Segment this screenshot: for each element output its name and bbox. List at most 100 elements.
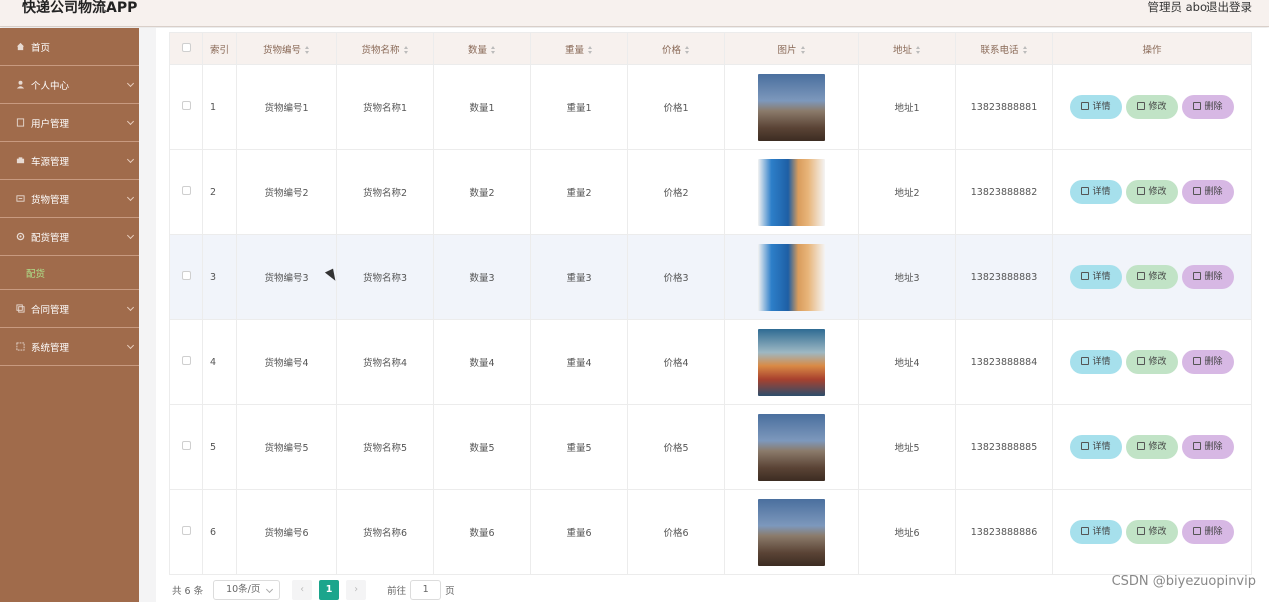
chevron-down-icon — [126, 341, 135, 350]
sort-icon[interactable] — [491, 46, 496, 54]
cell-name: 货物名称5 — [336, 404, 434, 490]
trash-icon — [1193, 102, 1202, 110]
cell-quantity: 数量3 — [433, 234, 531, 320]
cell-code: 货物编号3 — [236, 234, 337, 320]
warehouse-photo[interactable] — [758, 73, 825, 141]
trash-icon — [1193, 187, 1202, 195]
sidebar-item-goods[interactable]: 货物管理 — [0, 180, 139, 218]
sidebar-item-vehicles[interactable]: 车源管理 — [0, 142, 139, 180]
row-checkbox[interactable] — [169, 149, 203, 235]
column-header-phone[interactable]: 联系电话 — [955, 32, 1053, 65]
cell-actions: 详情 修改 删除 — [1052, 64, 1252, 150]
sidebar-item-contracts[interactable]: 合同管理 — [0, 290, 139, 328]
sidebar-item-profile[interactable]: 个人中心 — [0, 66, 139, 104]
page-number-button[interactable]: 1 — [319, 580, 340, 600]
chevron-down-icon — [126, 231, 135, 240]
sidebar-item-home[interactable]: 首页 — [0, 28, 139, 66]
column-header-weight[interactable]: 重量 — [530, 32, 628, 65]
sidebar-item-system[interactable]: 系统管理 — [0, 328, 139, 366]
goto-page-input[interactable]: 1 — [410, 580, 442, 600]
sidebar-item-label: 配货管理 — [31, 232, 70, 244]
detail-button[interactable]: 详情 — [1070, 265, 1122, 289]
settings-icon — [16, 342, 25, 351]
total-count: 共 6 条 — [172, 586, 204, 597]
column-header-name[interactable]: 货物名称 — [336, 32, 434, 65]
detail-icon — [1081, 272, 1090, 280]
copy-icon — [16, 304, 25, 313]
page-size-select[interactable]: 10条/页 — [213, 580, 281, 600]
column-header-quantity[interactable]: 数量 — [433, 32, 531, 65]
detail-button[interactable]: 详情 — [1070, 180, 1122, 204]
edit-icon — [1137, 527, 1146, 535]
column-header-address[interactable]: 地址 — [858, 32, 956, 65]
edit-button[interactable]: 修改 — [1126, 95, 1178, 119]
select-all-checkbox[interactable] — [169, 32, 203, 65]
top-bar: 快递公司物流APP 管理员 abo 退出登录 — [0, 0, 1269, 27]
cell-actions: 详情 修改 删除 — [1052, 404, 1252, 490]
sidebar-item-users[interactable]: 用户管理 — [0, 104, 139, 142]
row-checkbox[interactable] — [169, 404, 203, 490]
sort-icon[interactable] — [403, 46, 409, 54]
edit-button[interactable]: 修改 — [1126, 265, 1178, 289]
home-icon — [16, 42, 25, 51]
trash-icon — [1193, 357, 1202, 365]
delete-button[interactable]: 删除 — [1182, 350, 1234, 374]
cell-price: 价格1 — [627, 64, 725, 150]
detail-button[interactable]: 详情 — [1070, 95, 1122, 119]
edit-icon — [1137, 102, 1146, 110]
row-checkbox[interactable] — [169, 489, 203, 575]
delete-button[interactable]: 删除 — [1182, 265, 1234, 289]
trash-icon — [1193, 527, 1202, 535]
edit-button[interactable]: 修改 — [1126, 435, 1178, 459]
detail-icon — [1081, 527, 1090, 535]
cell-phone: 13823888883 — [955, 234, 1053, 320]
sidebar-subitem-dispatch[interactable]: 配货 — [0, 256, 139, 290]
logout-link[interactable]: 退出登录 — [1206, 0, 1252, 14]
edit-button[interactable]: 修改 — [1126, 520, 1178, 544]
sort-icon[interactable] — [800, 46, 806, 54]
delivery-photo[interactable] — [758, 243, 825, 311]
delete-button[interactable]: 删除 — [1182, 435, 1234, 459]
detail-button[interactable]: 详情 — [1070, 350, 1122, 374]
sort-icon[interactable] — [1022, 46, 1028, 54]
delete-button[interactable]: 删除 — [1182, 520, 1234, 544]
sort-icon[interactable] — [685, 46, 690, 54]
sidebar-item-dispatch[interactable]: 配货管理 — [0, 218, 139, 256]
detail-button[interactable]: 详情 — [1070, 520, 1122, 544]
delivery-photo[interactable] — [758, 158, 825, 226]
prev-page-button[interactable]: ‹ — [292, 580, 313, 600]
cell-actions: 详情 修改 删除 — [1052, 234, 1252, 320]
next-page-button[interactable]: › — [346, 580, 367, 600]
cell-name: 货物名称6 — [336, 489, 434, 575]
port-photo[interactable] — [758, 328, 825, 396]
column-header-price[interactable]: 价格 — [627, 32, 725, 65]
page-unit-label: 页 — [445, 586, 455, 597]
column-header-code[interactable]: 货物编号 — [236, 32, 337, 65]
edit-button[interactable]: 修改 — [1126, 180, 1178, 204]
cell-image — [724, 404, 859, 490]
warehouse-photo[interactable] — [758, 413, 825, 481]
cell-image — [724, 64, 859, 150]
edit-icon — [1137, 187, 1146, 195]
warehouse-photo[interactable] — [758, 498, 825, 566]
cell-price: 价格3 — [627, 234, 725, 320]
cell-image — [724, 489, 859, 575]
column-header-image[interactable]: 图片 — [724, 32, 859, 65]
detail-button[interactable]: 详情 — [1070, 435, 1122, 459]
sidebar-item-label: 首页 — [31, 42, 51, 54]
cell-phone: 13823888882 — [955, 149, 1053, 235]
delete-button[interactable]: 删除 — [1182, 180, 1234, 204]
sort-icon[interactable] — [588, 46, 593, 54]
sort-icon[interactable] — [305, 46, 310, 54]
row-checkbox[interactable] — [169, 234, 203, 320]
cell-image — [724, 319, 859, 405]
row-index: 2 — [202, 149, 237, 235]
row-checkbox[interactable] — [169, 319, 203, 405]
cell-quantity: 数量5 — [433, 404, 531, 490]
cell-quantity: 数量2 — [433, 149, 531, 235]
edit-button[interactable]: 修改 — [1126, 350, 1178, 374]
row-checkbox[interactable] — [169, 64, 203, 150]
sort-icon[interactable] — [916, 46, 921, 54]
delete-button[interactable]: 删除 — [1182, 95, 1234, 119]
sidebar-item-label: 车源管理 — [31, 156, 70, 168]
